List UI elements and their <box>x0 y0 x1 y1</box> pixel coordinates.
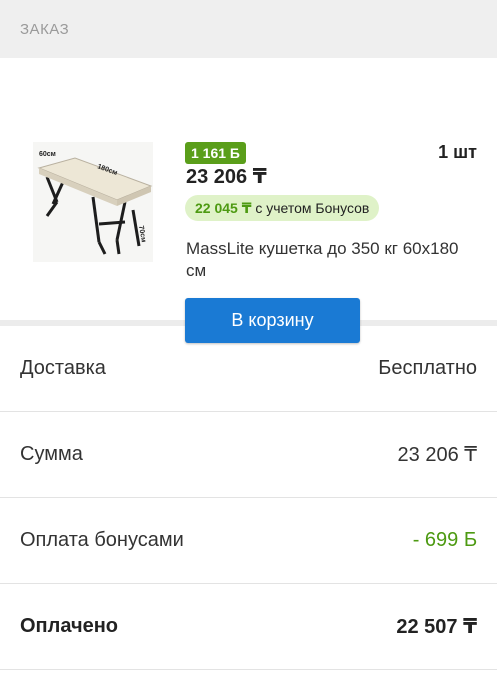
product-price: 23 206 ₸ <box>186 166 267 188</box>
product-title[interactable]: MassLite кушетка до 350 кг 60х180 см <box>186 238 466 282</box>
bonus-badge: 1 161 Ƃ <box>185 142 246 164</box>
order-section-header: ЗАКАЗ <box>0 0 497 58</box>
summary-label: Сумма <box>20 443 83 465</box>
bonus-price-text: с учетом Бонусов <box>251 200 370 216</box>
order-section-title: ЗАКАЗ <box>20 20 70 38</box>
summary-value: - 699 Ƃ <box>412 529 477 551</box>
summary-value: 23 206 ₸ <box>397 444 477 466</box>
product-image[interactable]: 60см 180см 70см <box>33 142 153 262</box>
price-with-bonus: 22 045 ₸ с учетом Бонусов <box>185 195 380 221</box>
summary-row-sum: Сумма 23 206 ₸ <box>0 412 497 498</box>
summary-label: Оплачено <box>20 615 118 637</box>
summary-value: 22 507 ₸ <box>396 616 477 638</box>
bonus-price-value: 22 045 ₸ <box>195 200 252 216</box>
summary-value: Бесплатно <box>378 357 477 379</box>
order-item-card: 60см 180см 70см 1 161 Ƃ 1 шт 23 206 ₸ 22… <box>0 58 497 343</box>
summary-row-paid: Оплачено 22 507 ₸ <box>0 584 497 670</box>
add-to-cart-button[interactable]: В корзину <box>185 298 360 343</box>
summary-label: Доставка <box>20 357 106 379</box>
massage-table-illustration: 60см 180см 70см <box>37 151 153 255</box>
summary-label: Оплата бонусами <box>20 529 184 551</box>
quantity: 1 шт <box>438 142 477 162</box>
summary-row-bonus-payment: Оплата бонусами - 699 Ƃ <box>0 498 497 584</box>
width-label: 60см <box>39 151 56 158</box>
